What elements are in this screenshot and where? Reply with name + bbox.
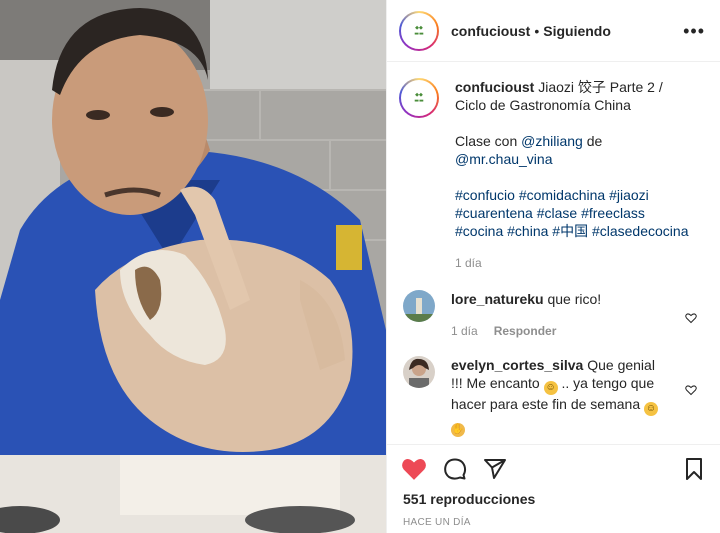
caption-de: de bbox=[582, 133, 603, 149]
comment-meta: 1 día Responder bbox=[451, 322, 601, 340]
commenter-avatar[interactable] bbox=[403, 290, 435, 322]
comments-section[interactable]: ◆◆ ▬▬ confucioust Jiaozi 饺子 Parte 2 / Cic… bbox=[387, 62, 720, 444]
bookmark-icon[interactable] bbox=[683, 457, 705, 481]
post-header: ◆◆ ▬▬ confucioust • Siguiendo ••• bbox=[387, 0, 720, 62]
reply-button[interactable]: Responder bbox=[494, 324, 557, 338]
ellipsis-icon[interactable]: ••• bbox=[683, 21, 705, 42]
comment-username[interactable]: lore_natureku bbox=[451, 291, 544, 307]
like-comment-heart-icon[interactable] bbox=[685, 384, 697, 396]
mention-mr-chau-vina[interactable]: @mr.chau_vina bbox=[455, 150, 695, 168]
comment-text: que rico! bbox=[547, 291, 602, 307]
comment-item: lore_natureku que rico! 1 día Responder bbox=[399, 290, 709, 340]
heart-filled-icon[interactable] bbox=[401, 457, 427, 481]
account-avatar[interactable]: ◆◆ ▬▬ bbox=[399, 10, 439, 51]
caption-text: confucioust Jiaozi 饺子 Parte 2 / Ciclo de… bbox=[455, 78, 695, 272]
following-button[interactable]: Siguiendo bbox=[543, 23, 611, 39]
comment-body: lore_natureku que rico! 1 día Responder bbox=[451, 290, 601, 340]
caption: ◆◆ ▬▬ confucioust Jiaozi 饺子 Parte 2 / Cic… bbox=[399, 78, 709, 272]
grin-emoji-icon: ☺ bbox=[644, 402, 659, 416]
post-video[interactable] bbox=[0, 0, 386, 533]
comment-icon[interactable] bbox=[443, 457, 467, 481]
separator-dot: • bbox=[534, 22, 540, 39]
caption-clase: Clase con bbox=[455, 133, 522, 149]
like-comment-heart-icon[interactable] bbox=[685, 312, 697, 324]
video-frame bbox=[0, 0, 386, 533]
post-panel: ◆◆ ▬▬ confucioust • Siguiendo ••• ◆◆ ▬▬ conf… bbox=[386, 0, 720, 533]
post-view: ◆◆ ▬▬ confucioust • Siguiendo ••• ◆◆ ▬▬ conf… bbox=[0, 0, 720, 533]
comment-username[interactable]: evelyn_cortes_silva bbox=[451, 357, 583, 373]
caption-time: 1 día bbox=[455, 256, 482, 270]
commenter-avatar[interactable] bbox=[403, 356, 435, 388]
comment-body: evelyn_cortes_silva Que genial !!! Me en… bbox=[451, 356, 661, 437]
hand-emoji-icon: ✋ bbox=[451, 423, 465, 437]
post-timestamp: HACE UN DÍA bbox=[403, 517, 471, 528]
action-bar: 551 reproducciones HACE UN DÍA bbox=[387, 444, 720, 533]
confucio-logo: ◆◆ ▬▬ bbox=[414, 92, 424, 104]
caption-hashtags[interactable]: #confucio #comidachina #jiaozi #cuarente… bbox=[455, 186, 695, 240]
share-icon[interactable] bbox=[483, 457, 507, 481]
view-count[interactable]: 551 reproducciones bbox=[403, 491, 535, 507]
grin-emoji-icon: ☺ bbox=[543, 381, 558, 395]
mention-zhiliang[interactable]: @zhiliang bbox=[521, 133, 583, 149]
caption-avatar[interactable]: ◆◆ ▬▬ bbox=[399, 78, 439, 118]
caption-username[interactable]: confucioust bbox=[455, 79, 534, 95]
confucio-logo: ◆◆ ▬▬ bbox=[414, 24, 424, 37]
comment-item: evelyn_cortes_silva Que genial !!! Me en… bbox=[399, 356, 709, 437]
comment-time: 1 día bbox=[451, 324, 478, 338]
header-username[interactable]: confucioust bbox=[451, 23, 530, 39]
